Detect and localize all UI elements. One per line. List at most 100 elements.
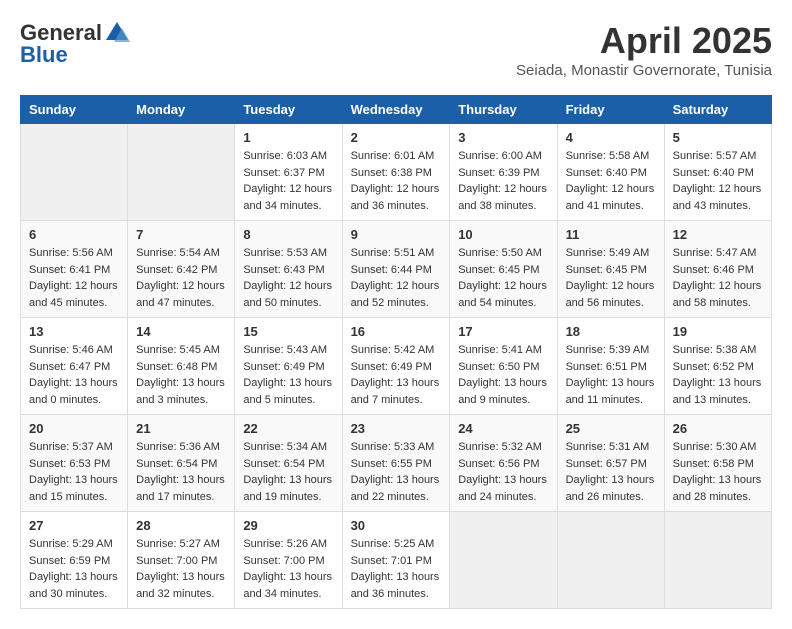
day-number: 24 <box>458 421 548 436</box>
day-info: Sunrise: 5:54 AMSunset: 6:42 PMDaylight:… <box>136 245 226 311</box>
calendar-cell: 13 Sunrise: 5:46 AMSunset: 6:47 PMDayligh… <box>21 318 128 415</box>
weekday-header: Tuesday <box>235 96 342 124</box>
day-number: 4 <box>566 130 656 145</box>
weekday-header-row: SundayMondayTuesdayWednesdayThursdayFrid… <box>21 96 772 124</box>
day-info: Sunrise: 5:57 AMSunset: 6:40 PMDaylight:… <box>673 148 763 214</box>
day-number: 19 <box>673 324 763 339</box>
calendar-cell: 3 Sunrise: 6:00 AMSunset: 6:39 PMDaylight… <box>450 124 557 221</box>
weekday-header: Wednesday <box>342 96 450 124</box>
day-number: 20 <box>29 421 119 436</box>
day-info: Sunrise: 5:33 AMSunset: 6:55 PMDaylight:… <box>351 439 442 505</box>
day-info: Sunrise: 5:39 AMSunset: 6:51 PMDaylight:… <box>566 342 656 408</box>
day-info: Sunrise: 5:50 AMSunset: 6:45 PMDaylight:… <box>458 245 548 311</box>
calendar-cell: 21 Sunrise: 5:36 AMSunset: 6:54 PMDayligh… <box>128 415 235 512</box>
calendar-cell: 19 Sunrise: 5:38 AMSunset: 6:52 PMDayligh… <box>664 318 771 415</box>
day-number: 6 <box>29 227 119 242</box>
day-info: Sunrise: 5:37 AMSunset: 6:53 PMDaylight:… <box>29 439 119 505</box>
calendar-cell: 30 Sunrise: 5:25 AMSunset: 7:01 PMDayligh… <box>342 512 450 609</box>
day-number: 5 <box>673 130 763 145</box>
day-info: Sunrise: 5:43 AMSunset: 6:49 PMDaylight:… <box>243 342 333 408</box>
day-info: Sunrise: 5:30 AMSunset: 6:58 PMDaylight:… <box>673 439 763 505</box>
location-subtitle: Seiada, Monastir Governorate, Tunisia <box>516 62 772 79</box>
calendar-cell <box>557 512 664 609</box>
calendar-cell: 17Sunrise: 5:41 AMSunset: 6:50 PMDayligh… <box>450 318 557 415</box>
day-info: Sunrise: 5:34 AMSunset: 6:54 PMDaylight:… <box>243 439 333 505</box>
title-section: April 2025 Seiada, Monastir Governorate,… <box>516 20 772 79</box>
calendar-cell: 4 Sunrise: 5:58 AMSunset: 6:40 PMDaylight… <box>557 124 664 221</box>
calendar-week-row: 20 Sunrise: 5:37 AMSunset: 6:53 PMDayligh… <box>21 415 772 512</box>
weekday-header: Friday <box>557 96 664 124</box>
calendar-cell: 11 Sunrise: 5:49 AMSunset: 6:45 PMDayligh… <box>557 221 664 318</box>
calendar-week-row: 6 Sunrise: 5:56 AMSunset: 6:41 PMDaylight… <box>21 221 772 318</box>
calendar-cell: 14Sunrise: 5:45 AMSunset: 6:48 PMDayligh… <box>128 318 235 415</box>
calendar-cell: 27 Sunrise: 5:29 AMSunset: 6:59 PMDayligh… <box>21 512 128 609</box>
day-info: Sunrise: 5:26 AMSunset: 7:00 PMDaylight:… <box>243 536 333 602</box>
day-info: Sunrise: 5:46 AMSunset: 6:47 PMDaylight:… <box>29 342 119 408</box>
calendar-cell <box>450 512 557 609</box>
calendar-cell: 24 Sunrise: 5:32 AMSunset: 6:56 PMDayligh… <box>450 415 557 512</box>
day-number: 30 <box>351 518 442 533</box>
weekday-header: Monday <box>128 96 235 124</box>
page-header: General Blue April 2025 Seiada, Monastir… <box>20 20 772 79</box>
day-number: 23 <box>351 421 442 436</box>
day-info: Sunrise: 5:32 AMSunset: 6:56 PMDaylight:… <box>458 439 548 505</box>
logo: General Blue <box>20 20 132 68</box>
calendar-week-row: 27 Sunrise: 5:29 AMSunset: 6:59 PMDayligh… <box>21 512 772 609</box>
day-info: Sunrise: 5:42 AMSunset: 6:49 PMDaylight:… <box>351 342 442 408</box>
day-info: Sunrise: 5:25 AMSunset: 7:01 PMDaylight:… <box>351 536 442 602</box>
day-info: Sunrise: 6:01 AMSunset: 6:38 PMDaylight:… <box>351 148 442 214</box>
day-info: Sunrise: 5:29 AMSunset: 6:59 PMDaylight:… <box>29 536 119 602</box>
day-number: 18 <box>566 324 656 339</box>
day-info: Sunrise: 5:51 AMSunset: 6:44 PMDaylight:… <box>351 245 442 311</box>
weekday-header: Thursday <box>450 96 557 124</box>
day-info: Sunrise: 6:00 AMSunset: 6:39 PMDaylight:… <box>458 148 548 214</box>
weekday-header: Sunday <box>21 96 128 124</box>
calendar-cell: 6 Sunrise: 5:56 AMSunset: 6:41 PMDaylight… <box>21 221 128 318</box>
calendar-table: SundayMondayTuesdayWednesdayThursdayFrid… <box>20 95 772 609</box>
day-number: 16 <box>351 324 442 339</box>
day-info: Sunrise: 5:53 AMSunset: 6:43 PMDaylight:… <box>243 245 333 311</box>
calendar-cell <box>664 512 771 609</box>
calendar-cell: 8 Sunrise: 5:53 AMSunset: 6:43 PMDaylight… <box>235 221 342 318</box>
day-number: 22 <box>243 421 333 436</box>
calendar-cell: 18 Sunrise: 5:39 AMSunset: 6:51 PMDayligh… <box>557 318 664 415</box>
calendar-cell: 25 Sunrise: 5:31 AMSunset: 6:57 PMDayligh… <box>557 415 664 512</box>
calendar-cell <box>21 124 128 221</box>
day-number: 3 <box>458 130 548 145</box>
calendar-cell: 2Sunrise: 6:01 AMSunset: 6:38 PMDaylight… <box>342 124 450 221</box>
day-number: 29 <box>243 518 333 533</box>
day-info: Sunrise: 5:56 AMSunset: 6:41 PMDaylight:… <box>29 245 119 311</box>
day-info: Sunrise: 5:49 AMSunset: 6:45 PMDaylight:… <box>566 245 656 311</box>
day-number: 10 <box>458 227 548 242</box>
calendar-cell: 10 Sunrise: 5:50 AMSunset: 6:45 PMDayligh… <box>450 221 557 318</box>
day-info: Sunrise: 5:36 AMSunset: 6:54 PMDaylight:… <box>136 439 226 505</box>
day-number: 25 <box>566 421 656 436</box>
calendar-cell: 16 Sunrise: 5:42 AMSunset: 6:49 PMDayligh… <box>342 318 450 415</box>
day-number: 1 <box>243 130 333 145</box>
day-number: 15 <box>243 324 333 339</box>
day-number: 13 <box>29 324 119 339</box>
day-number: 27 <box>29 518 119 533</box>
day-info: Sunrise: 5:31 AMSunset: 6:57 PMDaylight:… <box>566 439 656 505</box>
day-number: 8 <box>243 227 333 242</box>
logo-icon <box>104 20 130 46</box>
day-info: Sunrise: 5:58 AMSunset: 6:40 PMDaylight:… <box>566 148 656 214</box>
day-info: Sunrise: 5:45 AMSunset: 6:48 PMDaylight:… <box>136 342 226 408</box>
day-number: 21 <box>136 421 226 436</box>
day-info: Sunrise: 5:41 AMSunset: 6:50 PMDaylight:… <box>458 342 548 408</box>
calendar-week-row: 13 Sunrise: 5:46 AMSunset: 6:47 PMDayligh… <box>21 318 772 415</box>
calendar-cell: 7 Sunrise: 5:54 AMSunset: 6:42 PMDaylight… <box>128 221 235 318</box>
calendar-week-row: 1Sunrise: 6:03 AMSunset: 6:37 PMDaylight… <box>21 124 772 221</box>
calendar-cell: 26Sunrise: 5:30 AMSunset: 6:58 PMDayligh… <box>664 415 771 512</box>
day-info: Sunrise: 5:47 AMSunset: 6:46 PMDaylight:… <box>673 245 763 311</box>
calendar-cell: 1Sunrise: 6:03 AMSunset: 6:37 PMDaylight… <box>235 124 342 221</box>
day-number: 9 <box>351 227 442 242</box>
day-number: 28 <box>136 518 226 533</box>
day-number: 11 <box>566 227 656 242</box>
calendar-cell: 15 Sunrise: 5:43 AMSunset: 6:49 PMDayligh… <box>235 318 342 415</box>
calendar-cell <box>128 124 235 221</box>
calendar-cell: 12Sunrise: 5:47 AMSunset: 6:46 PMDayligh… <box>664 221 771 318</box>
day-number: 7 <box>136 227 226 242</box>
day-info: Sunrise: 5:38 AMSunset: 6:52 PMDaylight:… <box>673 342 763 408</box>
weekday-header: Saturday <box>664 96 771 124</box>
